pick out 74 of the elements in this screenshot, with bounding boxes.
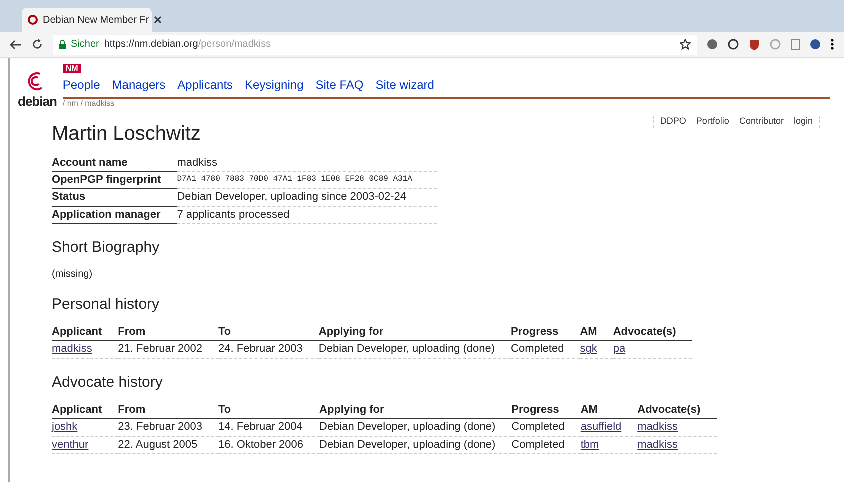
table-cell: 22. August 2005 (118, 436, 219, 454)
table-link[interactable]: sgk (580, 343, 598, 356)
secure-label: Sicher (71, 38, 100, 51)
logo-text[interactable]: debian (18, 94, 57, 111)
table-link[interactable]: madkiss (52, 343, 92, 356)
column-header: Applying for (318, 324, 512, 341)
lock-icon (59, 40, 66, 49)
column-header: AM (580, 402, 638, 419)
column-header: Applying for (320, 402, 512, 419)
shield-icon[interactable] (749, 38, 760, 50)
column-header: From (118, 324, 219, 341)
column-header: To (218, 324, 319, 341)
document-icon[interactable] (791, 39, 800, 50)
column-header: To (218, 402, 320, 419)
reload-icon[interactable] (32, 39, 43, 50)
star-icon[interactable] (680, 39, 691, 50)
table-link[interactable]: venthur (52, 438, 89, 451)
tab-title: Debian New Member Fr (43, 14, 150, 26)
table-cell: Completed (512, 418, 581, 436)
menu-icon[interactable] (831, 39, 834, 50)
table-cell: Debian Developer, uploading (done) (318, 340, 512, 358)
table-link[interactable]: madkiss (638, 421, 678, 434)
field-label: OpenPGP fingerprint (52, 172, 178, 189)
table-cell: 21. Februar 2002 (118, 340, 219, 358)
back-icon[interactable] (10, 40, 22, 50)
column-header: Applicant (52, 324, 118, 341)
table-cell: Debian Developer, uploading (done) (320, 418, 512, 436)
column-header: AM (580, 324, 614, 341)
nm-badge: NM (62, 64, 82, 73)
nav-link[interactable]: People (62, 78, 100, 94)
table-cell: 24. Februar 2003 (218, 340, 319, 358)
top-link[interactable]: Portfolio (696, 116, 730, 128)
table-cell: 23. Februar 2003 (118, 418, 219, 436)
column-header: Advocate(s) (613, 324, 692, 341)
table-link[interactable]: asuffield (580, 421, 622, 434)
table-link[interactable]: joshk (52, 421, 78, 434)
url-text: https://nm.debian.org/person/madkiss (104, 38, 272, 51)
nav-link[interactable]: Site wizard (376, 78, 434, 94)
section-heading: Advocate history (52, 372, 163, 392)
column-header: Advocate(s) (638, 402, 717, 419)
favicon-icon (28, 15, 38, 25)
table-link[interactable]: tbm (580, 438, 600, 451)
field-value: Debian Developer, uploading since 2003-02-24 (177, 188, 438, 206)
column-header: From (118, 402, 219, 419)
field-value: madkiss (177, 154, 438, 172)
section-heading: Short Biography (52, 238, 160, 258)
biography-text: (missing) (52, 268, 94, 281)
table-cell: Completed (512, 436, 581, 454)
column-header: Progress (512, 402, 581, 419)
table-link[interactable]: madkiss (638, 438, 678, 451)
table-cell: Debian Developer, uploading (done) (320, 436, 512, 454)
table-cell: Completed (511, 340, 580, 358)
field-label: Status (52, 188, 178, 206)
field-label: Account name (52, 154, 178, 172)
close-icon[interactable] (154, 16, 162, 24)
table-cell: 14. Februar 2004 (218, 418, 320, 436)
field-value: D7A1 4780 7883 70D0 47A1 1F83 1E08 EF28 0C89 A31A (177, 172, 438, 189)
section-heading: Personal history (52, 294, 160, 314)
top-link[interactable]: DDPO (660, 116, 686, 128)
field-value: 7 applicants processed (177, 206, 438, 224)
nav-link[interactable]: Managers (112, 78, 166, 94)
nav-link[interactable]: Applicants (178, 78, 234, 94)
top-link[interactable]: login (794, 116, 813, 128)
field-label: Application manager (52, 206, 178, 224)
breadcrumb[interactable]: / nm / madkiss (62, 99, 844, 110)
top-link[interactable]: Contributor (739, 116, 784, 128)
address-field[interactable]: Sicher https://nm.debian.org/person/madkiss (53, 34, 697, 54)
nav-link[interactable]: Site FAQ (316, 78, 364, 94)
column-header: Applicant (52, 402, 118, 419)
nav-link[interactable]: Keysigning (245, 78, 304, 94)
column-header: Progress (511, 324, 580, 341)
person-name: Martin Loschwitz (52, 122, 201, 147)
table-link[interactable]: pa (613, 343, 626, 356)
table-cell: 16. Oktober 2006 (218, 436, 320, 454)
